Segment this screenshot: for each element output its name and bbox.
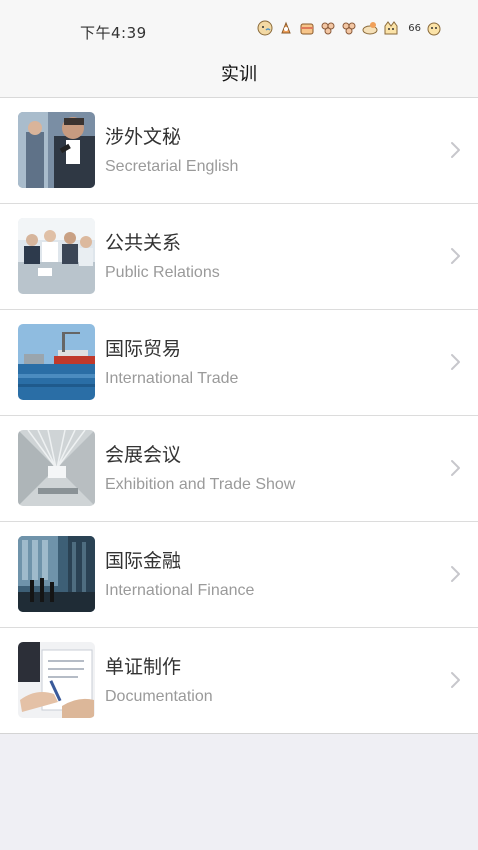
status-icons: 66 (257, 20, 442, 36)
chevron-right-icon (451, 354, 460, 370)
item-subtitle: International Trade (105, 370, 239, 387)
list-item-secretarial-english[interactable]: 涉外文秘 Secretarial English (0, 98, 478, 204)
sticker-icon (427, 22, 441, 36)
sticker-icon (342, 22, 356, 35)
meeting-photo (18, 218, 95, 294)
sticker-icon (300, 23, 314, 35)
training-list: 涉外文秘 Secretarial English 公共关系 Public Rel… (0, 98, 478, 734)
battery-level: 66 (408, 22, 421, 34)
item-title: 公共关系 (105, 232, 182, 254)
list-item-documentation[interactable]: 单证制作 Documentation (0, 628, 478, 734)
chevron-right-icon (451, 672, 460, 688)
documents-signing-photo (18, 642, 95, 718)
chevron-right-icon (451, 142, 460, 158)
item-subtitle: Exhibition and Trade Show (105, 476, 296, 493)
list-item-international-trade[interactable]: 国际贸易 International Trade (0, 310, 478, 416)
item-subtitle: Documentation (105, 688, 213, 705)
cargo-ship-photo (18, 324, 95, 400)
sticker-icon (281, 21, 292, 34)
item-subtitle: Public Relations (105, 264, 220, 281)
item-subtitle: International Finance (105, 582, 255, 599)
chevron-right-icon (451, 248, 460, 264)
sticker-icon (257, 20, 273, 36)
financial-district-photo (18, 536, 95, 612)
page-title: 实训 (221, 64, 257, 85)
navigation-bar: 实训 (0, 52, 478, 98)
item-title: 国际贸易 (105, 338, 182, 360)
item-title: 单证制作 (105, 656, 182, 678)
list-item-exhibition-trade-show[interactable]: 会展会议 Exhibition and Trade Show (0, 416, 478, 522)
businessman-phone-photo (18, 112, 95, 188)
status-bar: 下午4:39 66 (0, 0, 478, 52)
exhibition-hall-photo (18, 430, 95, 506)
item-title: 涉外文秘 (105, 126, 182, 148)
status-time: 下午4:39 (80, 24, 147, 42)
item-title: 国际金融 (105, 550, 182, 572)
sticker-icon (384, 21, 398, 35)
list-item-international-finance[interactable]: 国际金融 International Finance (0, 522, 478, 628)
chevron-right-icon (451, 566, 460, 582)
list-item-public-relations[interactable]: 公共关系 Public Relations (0, 204, 478, 310)
chevron-right-icon (451, 460, 460, 476)
item-title: 会展会议 (105, 444, 182, 466)
sticker-icon (321, 22, 335, 35)
sticker-icon (362, 22, 378, 35)
item-subtitle: Secretarial English (105, 158, 239, 175)
